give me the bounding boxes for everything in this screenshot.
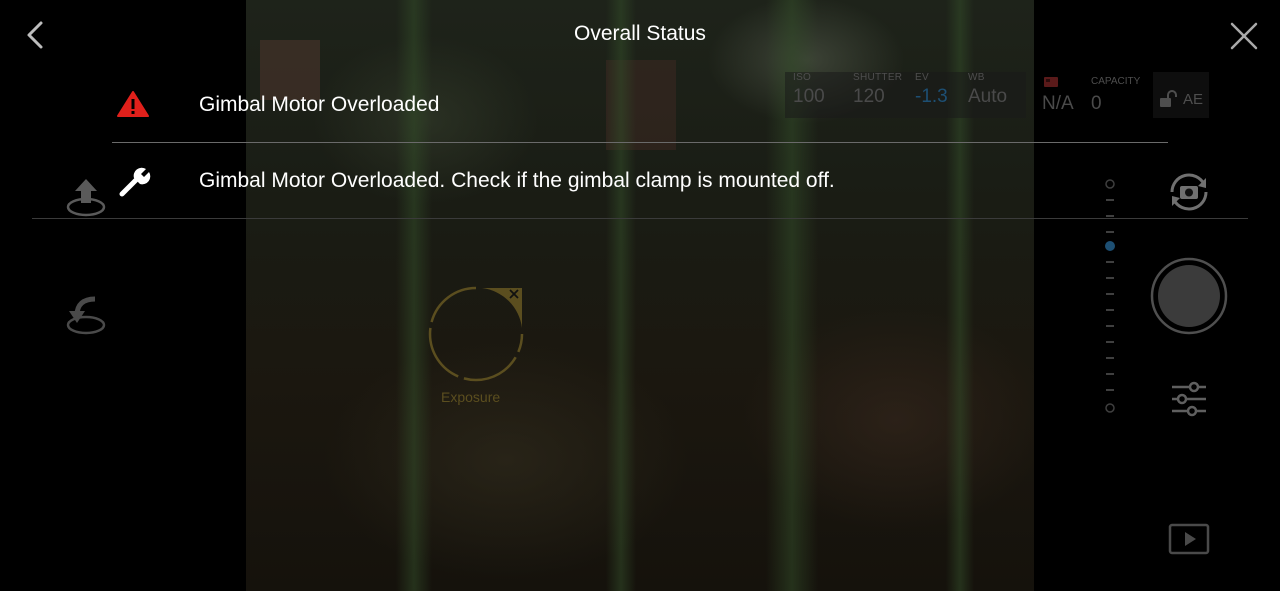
chevron-left-icon [27,21,43,49]
row-divider [32,218,1248,219]
status-row: Gimbal Motor Overloaded [112,68,1168,143]
close-button[interactable] [1226,18,1262,54]
takeoff-icon[interactable] [63,175,109,219]
back-button[interactable] [18,18,52,52]
flight-app-screen: Overall Status ISO 100 SHUTTER 120 EV -1… [0,0,1280,591]
camera-switch-icon[interactable] [1166,172,1212,212]
return-home-icon[interactable] [63,293,109,337]
row-divider [112,142,1168,143]
sliders-icon[interactable] [1170,380,1208,418]
wrench-icon [119,167,151,197]
page-title: Overall Status [574,22,706,45]
exposure-focus-ring[interactable] [426,284,526,384]
playback-icon[interactable] [1168,522,1210,556]
exposure-label: Exposure [441,389,501,405]
warning-icon [117,91,149,117]
status-message: Gimbal Motor Overloaded. Check if the gi… [199,169,835,192]
status-message: Gimbal Motor Overloaded [199,93,440,116]
ae-label: AE [1183,91,1204,108]
shutter-button[interactable] [1150,257,1228,335]
status-row: Gimbal Motor Overloaded. Check if the gi… [112,144,1168,218]
close-icon [1230,22,1258,50]
